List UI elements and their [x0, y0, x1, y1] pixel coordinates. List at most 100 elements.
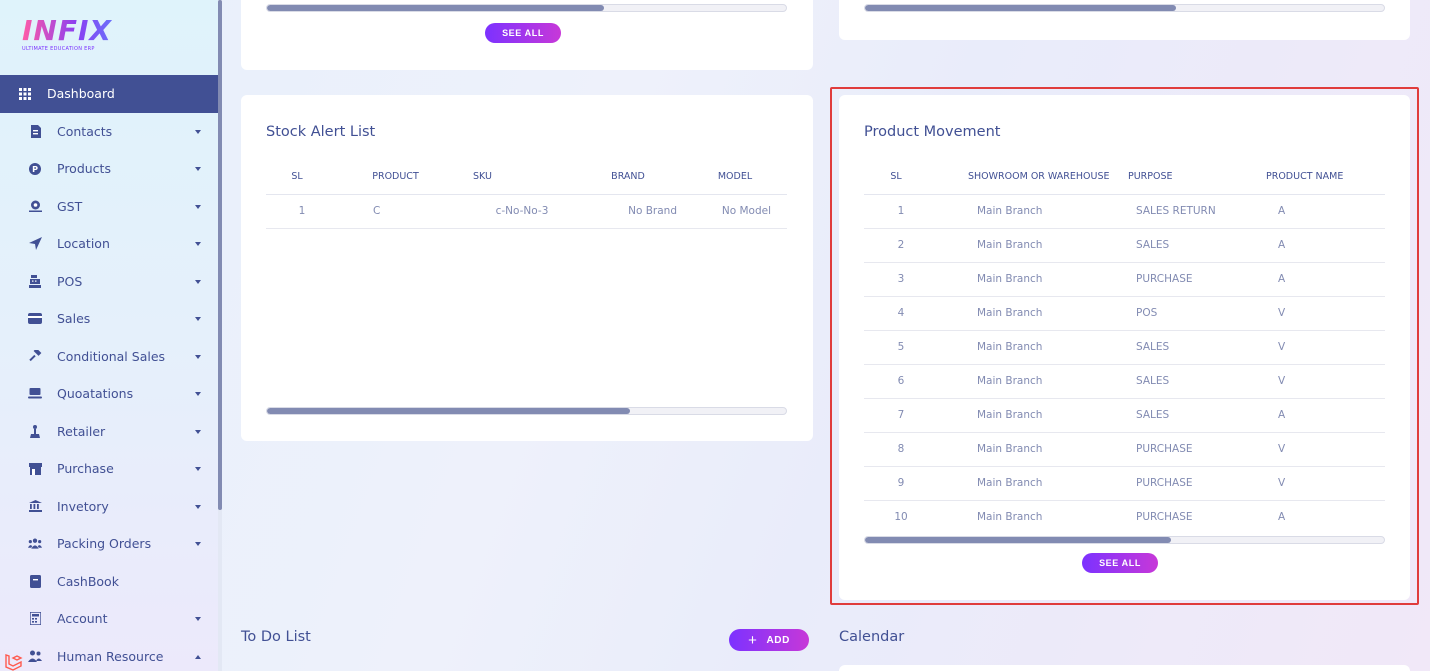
sidebar-item-purchase[interactable]: Purchase: [0, 450, 218, 488]
sidebar-item-location[interactable]: Location: [0, 225, 218, 263]
top-left-card: SEE ALL: [241, 0, 813, 70]
sidebar-nav: Dashboard Contacts P Products GST Location POS…: [0, 75, 218, 671]
chevron-down-icon[interactable]: [195, 504, 201, 509]
logo-text: INFIX: [22, 16, 132, 46]
column-header[interactable]: BRAND: [573, 160, 683, 195]
chevron-down-icon[interactable]: [195, 354, 201, 359]
calendar-card: [839, 665, 1410, 671]
column-header[interactable]: SKU: [463, 160, 573, 195]
top-right-scrollbar-thumb[interactable]: [865, 5, 1177, 11]
sidebar-item-retailer[interactable]: Retailer: [0, 413, 218, 451]
add-todo-button[interactable]: + ADD: [729, 629, 809, 651]
sidebar-item-label: Conditional Sales: [57, 348, 166, 364]
sidebar-item-label: Location: [57, 236, 110, 252]
sidebar: INFIX ULTIMATE EDUCATION ERP Dashboard Co…: [0, 0, 218, 671]
sidebar-item-packing-orders[interactable]: Packing Orders: [0, 525, 218, 563]
top-left-scrollbar-thumb[interactable]: [267, 5, 605, 11]
chevron-down-icon[interactable]: [195, 167, 201, 171]
sidebar-item-label: Packing Orders: [57, 536, 152, 552]
tax-icon: [28, 199, 42, 213]
sidebar-item-quoatations[interactable]: Quoatations: [0, 375, 218, 413]
calculator-icon: [28, 612, 42, 626]
stock-alert-table: SL PRODUCT SKU BRAND MODEL 1 C c-No-No-3…: [266, 160, 787, 229]
cash-register-icon: [28, 274, 42, 288]
sidebar-item-label: Sales: [57, 311, 91, 327]
sidebar-item-invetory[interactable]: Invetory: [0, 488, 218, 526]
sidebar-item-conditional-sales[interactable]: Conditional Sales: [0, 338, 218, 376]
location-arrow-icon: [28, 237, 42, 251]
stock-alert-scrollbar-thumb[interactable]: [267, 408, 631, 414]
grid-icon: [18, 87, 32, 101]
sidebar-item-label: Contacts: [57, 123, 113, 139]
sidebar-scrollbar-thumb[interactable]: [218, 0, 222, 510]
add-label: ADD: [766, 634, 790, 646]
logo-subtitle: ULTIMATE EDUCATION ERP: [22, 46, 95, 52]
sidebar-item-label: Retailer: [57, 423, 106, 439]
cell-sku: c-No-No-3: [463, 194, 573, 229]
sidebar-item-account[interactable]: Account: [0, 600, 218, 638]
laptop-icon: [28, 387, 42, 401]
chevron-down-icon[interactable]: [195, 317, 201, 321]
users-icon: [28, 537, 42, 551]
cell-sl: 1: [266, 194, 328, 229]
plus-icon: +: [748, 631, 758, 649]
sidebar-item-human-resource[interactable]: Human Resource: [0, 638, 218, 671]
store-icon: [28, 462, 42, 476]
cell-product: C: [328, 194, 463, 229]
sidebar-item-label: Dashboard: [47, 86, 115, 102]
stock-alert-card: Stock Alert List SL PRODUCT SKU BRAND MO…: [241, 95, 813, 441]
laravel-icon: [4, 653, 30, 671]
table-header-row: SL PRODUCT SKU BRAND MODEL: [266, 160, 787, 195]
people-icon: [28, 649, 42, 663]
sidebar-item-label: Human Resource: [57, 648, 164, 664]
sidebar-item-label: Products: [57, 161, 111, 177]
chevron-down-icon[interactable]: [195, 392, 201, 396]
highlight-box: [830, 87, 1419, 605]
chevron-down-icon[interactable]: [195, 204, 201, 209]
chevron-down-icon[interactable]: [195, 429, 201, 434]
sidebar-item-contacts[interactable]: Contacts: [0, 113, 218, 151]
sidebar-item-label: Quoatations: [57, 386, 134, 402]
cell-model: No Model: [683, 194, 787, 229]
column-header[interactable]: SL: [266, 160, 328, 195]
table-row[interactable]: 1 C c-No-No-3 No Brand No Model: [266, 194, 787, 229]
stock-alert-scrollbar[interactable]: [266, 407, 787, 415]
sidebar-item-label: Invetory: [57, 498, 109, 514]
todo-title: To Do List: [241, 629, 311, 645]
sidebar-scrollbar[interactable]: [218, 0, 222, 671]
person-icon: [28, 424, 42, 438]
chevron-down-icon[interactable]: [195, 129, 201, 134]
sidebar-item-pos[interactable]: POS: [0, 263, 218, 301]
sidebar-item-label: GST: [57, 198, 83, 214]
chevron-down-icon[interactable]: [195, 467, 201, 471]
sidebar-item-cashbook[interactable]: CashBook: [0, 563, 218, 601]
sidebar-item-label: Purchase: [57, 461, 114, 477]
column-header[interactable]: PRODUCT: [328, 160, 463, 195]
gavel-icon: [28, 349, 42, 363]
sidebar-item-dashboard[interactable]: Dashboard: [0, 75, 218, 113]
top-right-card: [839, 0, 1410, 40]
stock-alert-title: Stock Alert List: [266, 124, 376, 140]
column-header[interactable]: MODEL: [683, 160, 787, 195]
app-logo[interactable]: INFIX ULTIMATE EDUCATION ERP: [22, 16, 132, 56]
credit-card-icon: [28, 312, 42, 326]
sidebar-item-gst[interactable]: GST: [0, 188, 218, 226]
chevron-up-icon[interactable]: [195, 654, 201, 659]
sidebar-item-label: Account: [57, 611, 108, 627]
top-left-scrollbar[interactable]: [266, 4, 787, 12]
top-right-scrollbar[interactable]: [864, 4, 1385, 12]
sidebar-item-label: CashBook: [57, 573, 119, 589]
svg-text:P: P: [32, 165, 38, 174]
bank-icon: [28, 499, 42, 513]
chevron-down-icon[interactable]: [195, 279, 201, 284]
chevron-down-icon[interactable]: [195, 242, 201, 246]
chevron-down-icon[interactable]: [195, 542, 201, 546]
product-circle-icon: P: [28, 162, 42, 176]
cell-brand: No Brand: [573, 194, 683, 229]
chevron-down-icon[interactable]: [195, 617, 201, 621]
see-all-button-top[interactable]: SEE ALL: [485, 23, 561, 43]
sidebar-item-label: POS: [57, 273, 83, 289]
calendar-title: Calendar: [839, 629, 905, 645]
sidebar-item-sales[interactable]: Sales: [0, 300, 218, 338]
sidebar-item-products[interactable]: P Products: [0, 150, 218, 188]
